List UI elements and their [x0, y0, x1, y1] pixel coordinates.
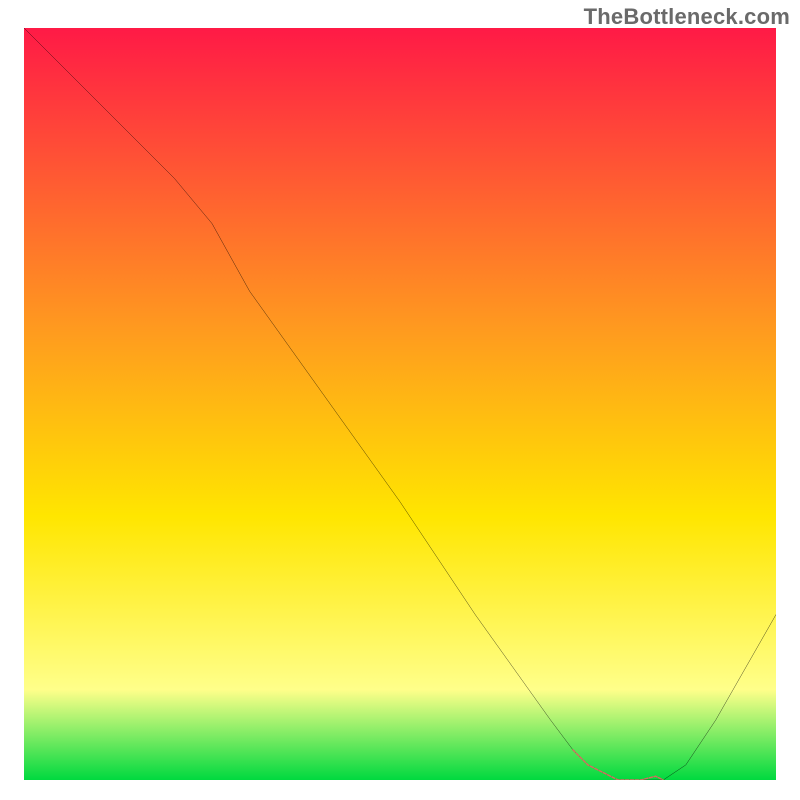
plot-area: [24, 28, 776, 780]
watermark-text: TheBottleneck.com: [584, 4, 790, 30]
bottleneck-plot-svg: [24, 28, 776, 780]
chart-frame: TheBottleneck.com: [0, 0, 800, 800]
